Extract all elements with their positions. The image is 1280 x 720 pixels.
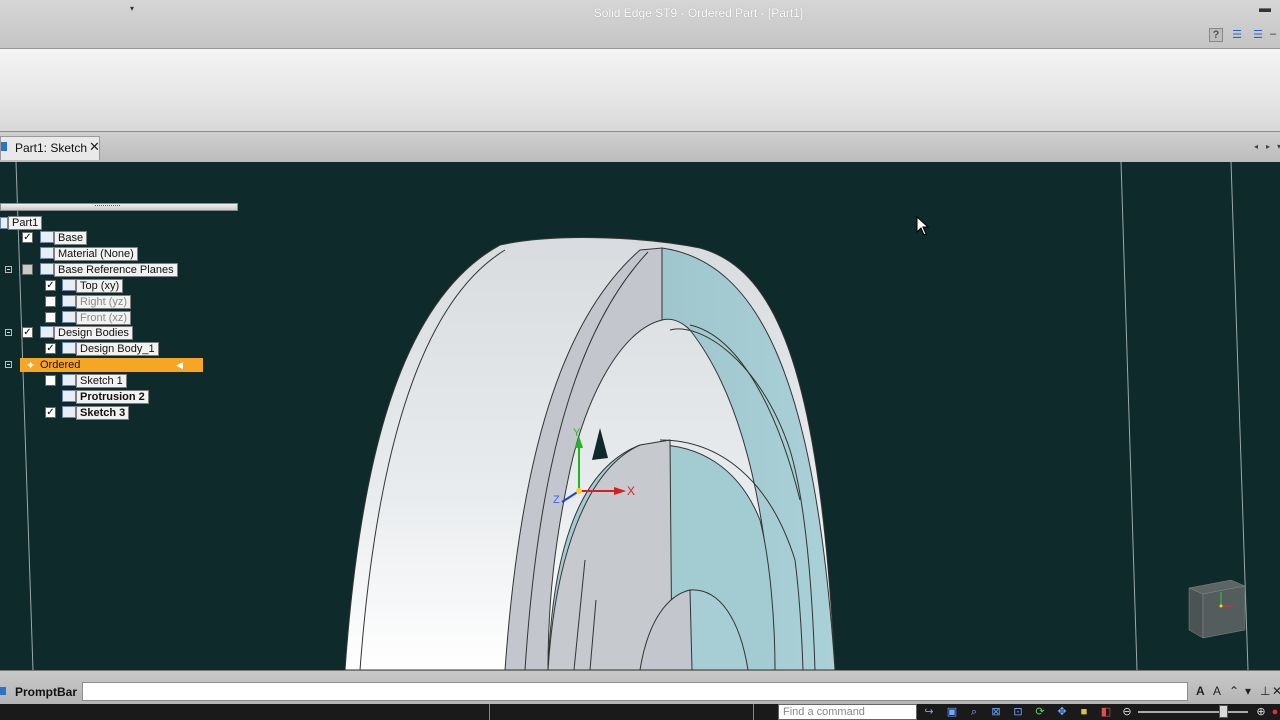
prompt-input[interactable] bbox=[82, 682, 1188, 701]
pan-icon[interactable]: ⊡ bbox=[1011, 705, 1025, 719]
triad-y-label: Y bbox=[573, 427, 581, 439]
zoom-slider-track[interactable] bbox=[1138, 711, 1248, 713]
status-divider bbox=[489, 704, 490, 720]
document-tab-strip bbox=[0, 132, 1280, 163]
pathfinder-grip-dots: ············· bbox=[94, 200, 121, 210]
sketch-1-checkbox[interactable] bbox=[45, 375, 56, 386]
close-icon[interactable]: ✕ bbox=[89, 139, 100, 155]
zoom-slider-thumb[interactable] bbox=[1219, 705, 1228, 718]
tab-scroll-right-icon[interactable]: ▸ bbox=[1266, 142, 1270, 151]
tree-node-base-reference-planes[interactable]: Base Reference Planes bbox=[54, 263, 178, 277]
rollback-flag-icon[interactable]: ◀ bbox=[176, 360, 183, 371]
arrange-windows-icon[interactable]: ☰ bbox=[1230, 28, 1244, 42]
ribbon bbox=[0, 49, 1280, 132]
prompt-bar-label: PromptBar bbox=[15, 685, 78, 699]
cascade-windows-icon[interactable]: ☰ bbox=[1251, 28, 1265, 42]
window-minimize-button[interactable]: ▬ bbox=[1259, 1, 1271, 15]
material-icon bbox=[40, 247, 54, 259]
close-icon[interactable]: ✕ bbox=[1272, 684, 1280, 698]
view-cube[interactable] bbox=[1187, 578, 1249, 640]
design-body-1-checkbox[interactable]: ✓ bbox=[45, 343, 56, 354]
sketch-icon bbox=[62, 406, 76, 418]
spin-icon[interactable]: ✥ bbox=[1055, 705, 1069, 719]
sketch-3-checkbox[interactable]: ✓ bbox=[45, 407, 56, 418]
coordinate-system-icon bbox=[40, 231, 54, 243]
tree-node-material[interactable]: Material (None) bbox=[54, 247, 138, 261]
dropdown-icon[interactable]: ▾ bbox=[1245, 684, 1251, 698]
protrusion-icon bbox=[62, 390, 76, 402]
expand-collapse-icon[interactable] bbox=[5, 266, 12, 273]
tree-node-ordered[interactable]: Ordered bbox=[40, 358, 80, 372]
tree-node-front-plane[interactable]: Front (xz) bbox=[76, 311, 132, 325]
prompt-bar-icon bbox=[0, 687, 6, 695]
shading-icon[interactable]: ■ bbox=[1077, 705, 1091, 719]
help-icon[interactable]: ? bbox=[1209, 28, 1223, 42]
reference-plane-edge bbox=[1120, 162, 1138, 670]
status-divider bbox=[753, 704, 754, 720]
top-plane-checkbox[interactable]: ✓ bbox=[45, 280, 56, 291]
sketch-icon bbox=[62, 374, 76, 386]
rotate-icon[interactable]: ⟳ bbox=[1033, 705, 1047, 719]
triad-z-label: Z bbox=[553, 494, 560, 506]
part-icon bbox=[0, 217, 8, 229]
pin-icon[interactable]: ⊥ bbox=[1260, 684, 1270, 698]
tree-node-base[interactable]: Base bbox=[54, 231, 88, 245]
tree-node-part1[interactable]: Part1 bbox=[8, 216, 43, 230]
expand-collapse-icon[interactable] bbox=[5, 361, 12, 368]
tree-node-top-plane[interactable]: Top (xy) bbox=[76, 279, 124, 293]
model-canvas bbox=[15, 162, 1249, 670]
plane-icon bbox=[62, 279, 76, 291]
tree-node-protrusion-2[interactable]: Protrusion 2 bbox=[76, 390, 149, 404]
zoom-out-icon[interactable]: ⊖ bbox=[1120, 705, 1134, 719]
coordinate-triad bbox=[561, 436, 626, 503]
base-checkbox[interactable]: ✓ bbox=[22, 232, 33, 243]
fit-icon[interactable]: ⊠ bbox=[989, 705, 1003, 719]
base-reference-planes-checkbox[interactable] bbox=[22, 264, 33, 275]
tree-node-design-body-1[interactable]: Design Body_1 bbox=[76, 342, 159, 356]
ribbon-minimize-button[interactable]: – bbox=[1270, 28, 1276, 40]
expand-collapse-icon[interactable] bbox=[5, 329, 12, 336]
right-plane-checkbox[interactable] bbox=[45, 296, 56, 307]
reference-planes-icon bbox=[40, 263, 54, 275]
find-command-input[interactable]: Find a command bbox=[778, 704, 917, 720]
zoom-icon[interactable]: ⌕ bbox=[967, 705, 981, 719]
mouse-cursor-icon bbox=[916, 216, 930, 236]
triad-x-label: X bbox=[627, 484, 636, 498]
collapse-up-icon[interactable]: ⌃ bbox=[1229, 684, 1239, 698]
graphics-viewport[interactable]: Y X Z bbox=[0, 162, 1280, 670]
front-plane-checkbox[interactable] bbox=[45, 312, 56, 323]
part-document-icon bbox=[1, 142, 7, 151]
stop-icon[interactable]: ● bbox=[1268, 705, 1280, 719]
tree-node-right-plane[interactable]: Right (yz) bbox=[76, 295, 132, 309]
tab-scroll-left-icon[interactable]: ◂ bbox=[1254, 142, 1258, 151]
plane-icon bbox=[62, 311, 76, 323]
body-icon bbox=[62, 342, 76, 354]
font-decrease-icon[interactable]: A bbox=[1213, 684, 1221, 698]
design-bodies-icon bbox=[40, 326, 54, 338]
window-title: Solid Edge ST9 - Ordered Part - [Part1] bbox=[593, 6, 804, 20]
design-bodies-checkbox[interactable]: ✓ bbox=[22, 327, 33, 338]
document-tab-label: Part1: Sketch bbox=[15, 141, 88, 155]
zoom-in-icon[interactable]: ⊕ bbox=[1254, 705, 1268, 719]
font-size-icon[interactable]: A bbox=[1196, 684, 1205, 698]
plane-icon bbox=[62, 295, 76, 307]
tree-node-sketch-1[interactable]: Sketch 1 bbox=[76, 374, 127, 388]
redo-arrow-icon[interactable]: ↪ bbox=[922, 705, 936, 719]
tree-node-design-bodies[interactable]: Design Bodies bbox=[54, 326, 133, 340]
ordered-icon: ✦ bbox=[26, 360, 36, 372]
tree-node-sketch-3[interactable]: Sketch 3 bbox=[76, 406, 130, 420]
view-style-icon[interactable]: ◧ bbox=[1099, 705, 1113, 719]
zoom-area-icon[interactable]: ▣ bbox=[945, 705, 959, 719]
